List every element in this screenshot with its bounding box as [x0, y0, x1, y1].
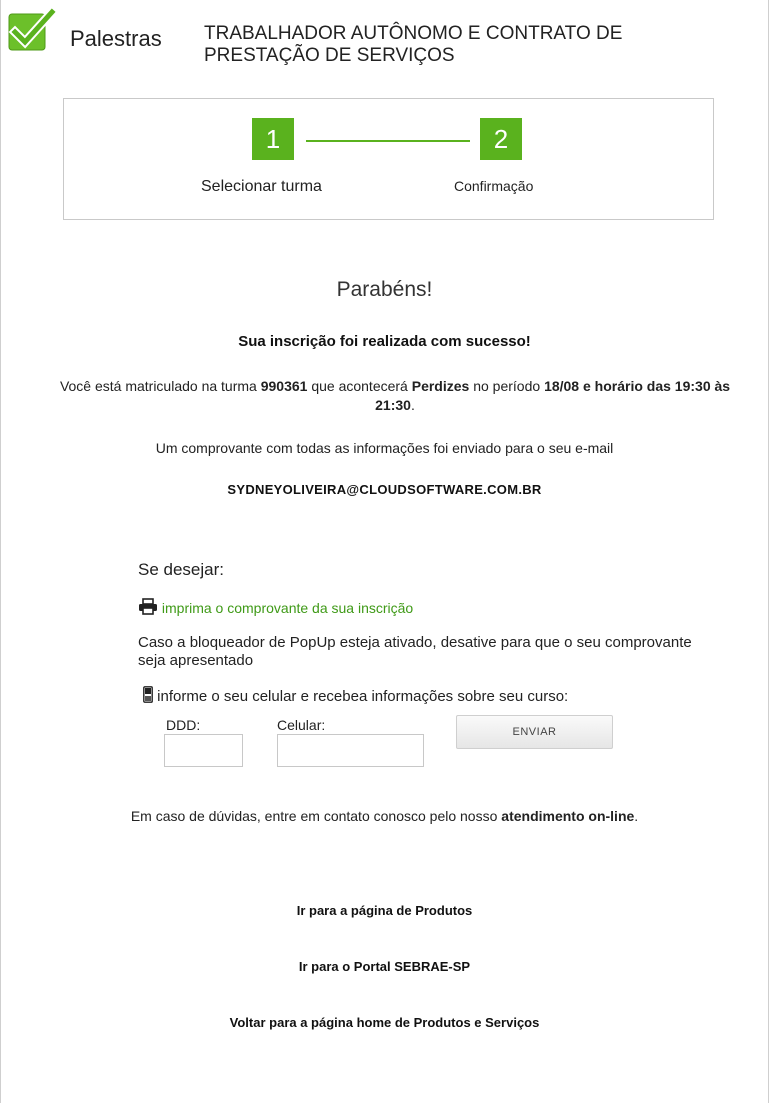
email-address: SYDNEYOLIVEIRA@CLOUDSOFTWARE.COM.BR [227, 482, 542, 497]
cellphone-field[interactable] [277, 734, 424, 767]
send-button[interactable]: ENVIAR [456, 715, 613, 749]
popup-message: Caso a bloqueador de PopUp esteja ativad… [138, 634, 692, 669]
enroll-mid-2: no período [469, 378, 545, 394]
class-location: Perdizes [411, 378, 470, 394]
print-receipt-link[interactable]: imprima o comprovante da sua inscrição [162, 600, 413, 616]
sebrae-portal-link[interactable]: Ir para o Portal SEBRAE-SP [299, 959, 470, 974]
mobile-phone-icon [143, 686, 153, 703]
print-row: imprima o comprovante da sua inscrição [138, 598, 413, 616]
services-home-link[interactable]: Voltar para a página home de Produtos e … [230, 1015, 540, 1030]
products-page-link[interactable]: Ir para a página de Produtos [297, 903, 473, 918]
ddd-label: DDD: [166, 717, 201, 733]
step-2-label: Confirmação [454, 178, 534, 194]
step-connector [306, 140, 470, 142]
help-message: Em caso de dúvidas, entre em contato con… [0, 808, 769, 824]
step-1-label: Selecionar turma [201, 178, 322, 195]
enroll-prefix: Você está matriculado na turma [59, 378, 261, 394]
link-row-products: Ir para a página de Produtos [0, 902, 769, 920]
enrollment-details: Você está matriculado na turma 990361 qu… [50, 377, 740, 415]
phone-message: informe o seu celular e recebea informaç… [157, 688, 569, 705]
success-message: Sua inscrição foi realizada com sucesso! [238, 333, 531, 350]
steps-progress: 1 2 Selecionar turma Confirmação [63, 98, 714, 220]
online-support-link[interactable]: atendimento on-line [501, 808, 634, 824]
ddd-field[interactable] [164, 734, 243, 767]
help-prefix: Em caso de dúvidas, entre em contato con… [130, 808, 502, 824]
link-row-home: Voltar para a página home de Produtos e … [0, 1014, 769, 1032]
step-1-number: 1 [252, 118, 294, 160]
cel-label: Celular: [277, 717, 326, 733]
receipt-message: Um comprovante com todas as informações … [155, 440, 614, 456]
page-title: TRABALHADOR AUTÔNOMO E CONTRATO DE PREST… [204, 23, 623, 66]
brand-title: Palestras [70, 26, 162, 51]
congrats-heading: Parabéns! [336, 278, 433, 301]
phone-row: informe o seu celular e recebea informaç… [143, 686, 568, 705]
help-suffix: . [634, 808, 639, 824]
enroll-end: . [410, 397, 415, 413]
enroll-mid-1: que acontecerá [307, 378, 412, 394]
step-2-number: 2 [480, 118, 522, 160]
link-row-portal: Ir para o Portal SEBRAE-SP [0, 958, 769, 976]
checkmark-icon [8, 8, 56, 51]
options-title: Se desejar: [138, 560, 224, 579]
class-code: 990361 [260, 378, 308, 394]
printer-icon[interactable] [138, 598, 158, 615]
